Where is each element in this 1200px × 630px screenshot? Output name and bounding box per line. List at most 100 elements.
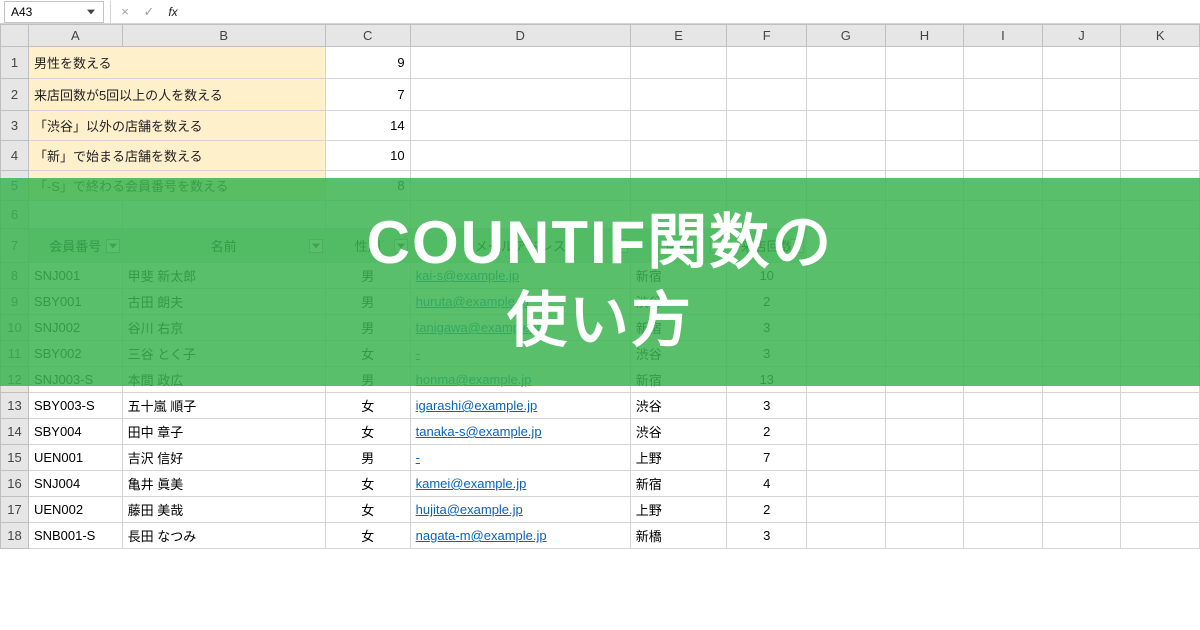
email-link[interactable]: kamei@example.jp bbox=[416, 476, 527, 491]
row-header[interactable]: 10 bbox=[1, 315, 29, 341]
cell[interactable] bbox=[1042, 419, 1121, 445]
cell[interactable]: 女 bbox=[325, 523, 410, 549]
cell[interactable] bbox=[806, 171, 885, 201]
cell[interactable]: 三谷 とく子 bbox=[122, 341, 325, 367]
cell[interactable]: 男 bbox=[325, 263, 410, 289]
cell[interactable] bbox=[1042, 47, 1121, 79]
cell[interactable]: 渋谷 bbox=[630, 289, 727, 315]
cell[interactable] bbox=[630, 47, 727, 79]
cell[interactable] bbox=[964, 341, 1042, 367]
cell[interactable] bbox=[806, 445, 885, 471]
table-header[interactable]: 会員番号 bbox=[28, 229, 122, 263]
email-link[interactable]: huruta@example.jp bbox=[416, 294, 529, 309]
cell[interactable]: 男 bbox=[325, 445, 410, 471]
row-header[interactable]: 7 bbox=[1, 229, 29, 263]
cell[interactable] bbox=[964, 171, 1042, 201]
cell[interactable]: hujita@example.jp bbox=[410, 497, 630, 523]
cell[interactable] bbox=[806, 201, 885, 229]
prompt-label[interactable]: 来店回数が5回以上の人を数える bbox=[28, 79, 325, 111]
col-header[interactable]: C bbox=[325, 25, 410, 47]
cell[interactable] bbox=[1121, 315, 1200, 341]
email-link[interactable]: igarashi@example.jp bbox=[416, 398, 538, 413]
cell[interactable] bbox=[325, 201, 410, 229]
email-link[interactable]: tanigawa@example.jp bbox=[416, 320, 544, 335]
cell[interactable]: igarashi@example.jp bbox=[410, 393, 630, 419]
cell[interactable]: tanaka-s@example.jp bbox=[410, 419, 630, 445]
row-header[interactable]: 3 bbox=[1, 111, 29, 141]
cell[interactable] bbox=[1121, 341, 1200, 367]
cell[interactable]: kamei@example.jp bbox=[410, 471, 630, 497]
cell[interactable] bbox=[1042, 445, 1121, 471]
cell[interactable] bbox=[806, 79, 885, 111]
col-header[interactable]: H bbox=[885, 25, 964, 47]
row-header[interactable]: 5 bbox=[1, 171, 29, 201]
cell[interactable] bbox=[727, 47, 807, 79]
filter-dropdown-icon[interactable] bbox=[790, 239, 804, 253]
cell[interactable]: tanigawa@example.jp bbox=[410, 315, 630, 341]
cell[interactable] bbox=[1121, 47, 1200, 79]
cell[interactable] bbox=[727, 141, 807, 171]
email-link[interactable]: tanaka-s@example.jp bbox=[416, 424, 542, 439]
cell[interactable] bbox=[964, 289, 1042, 315]
cell[interactable]: 新宿 bbox=[630, 263, 727, 289]
spreadsheet-grid[interactable]: A B C D E F G H I J K 1男性を数える92来店回数が5回以上… bbox=[0, 24, 1200, 549]
cell[interactable] bbox=[964, 263, 1042, 289]
cell[interactable]: 新宿 bbox=[630, 471, 727, 497]
cell[interactable] bbox=[1121, 471, 1200, 497]
cell[interactable]: 亀井 眞美 bbox=[122, 471, 325, 497]
cell[interactable] bbox=[964, 47, 1042, 79]
cell[interactable]: 渋谷 bbox=[630, 393, 727, 419]
col-header[interactable]: G bbox=[806, 25, 885, 47]
cell[interactable]: 7 bbox=[727, 445, 807, 471]
table-header[interactable]: 来店回数 bbox=[727, 229, 807, 263]
cell[interactable]: SBY002 bbox=[28, 341, 122, 367]
cell[interactable] bbox=[885, 111, 964, 141]
row-header[interactable]: 1 bbox=[1, 47, 29, 79]
cell[interactable] bbox=[1121, 523, 1200, 549]
row-header[interactable]: 11 bbox=[1, 341, 29, 367]
cell[interactable] bbox=[1042, 289, 1121, 315]
row-header[interactable]: 14 bbox=[1, 419, 29, 445]
cell[interactable]: 甲斐 新太郎 bbox=[122, 263, 325, 289]
cell[interactable]: 女 bbox=[325, 497, 410, 523]
cell[interactable]: 新橋 bbox=[630, 523, 727, 549]
col-header[interactable]: I bbox=[964, 25, 1042, 47]
col-header[interactable]: E bbox=[630, 25, 727, 47]
cell[interactable] bbox=[885, 393, 964, 419]
col-header[interactable]: J bbox=[1042, 25, 1121, 47]
cell[interactable] bbox=[630, 141, 727, 171]
cell[interactable] bbox=[410, 201, 630, 229]
cell[interactable] bbox=[1042, 341, 1121, 367]
cell[interactable] bbox=[964, 79, 1042, 111]
cell[interactable]: 本間 政広 bbox=[122, 367, 325, 393]
row-header[interactable]: 4 bbox=[1, 141, 29, 171]
cell[interactable] bbox=[806, 523, 885, 549]
email-link[interactable]: nagata-m@example.jp bbox=[416, 528, 547, 543]
cell[interactable] bbox=[1042, 315, 1121, 341]
cell[interactable] bbox=[964, 393, 1042, 419]
cell[interactable] bbox=[1042, 171, 1121, 201]
cell[interactable]: 13 bbox=[727, 367, 807, 393]
prompt-label[interactable]: 「-S」で終わる会員番号を数える bbox=[28, 171, 325, 201]
cell[interactable] bbox=[885, 523, 964, 549]
cell[interactable] bbox=[1042, 79, 1121, 111]
cell[interactable] bbox=[1042, 229, 1121, 263]
cell[interactable] bbox=[806, 289, 885, 315]
cell[interactable] bbox=[885, 289, 964, 315]
cell[interactable]: SNJ002 bbox=[28, 315, 122, 341]
cell[interactable]: 2 bbox=[727, 497, 807, 523]
row-header[interactable]: 13 bbox=[1, 393, 29, 419]
cell[interactable] bbox=[885, 497, 964, 523]
col-header[interactable]: F bbox=[727, 25, 807, 47]
cell[interactable] bbox=[885, 201, 964, 229]
cell[interactable] bbox=[1121, 171, 1200, 201]
cell[interactable] bbox=[1042, 523, 1121, 549]
cell[interactable] bbox=[885, 263, 964, 289]
cell[interactable]: - bbox=[410, 445, 630, 471]
cell[interactable] bbox=[806, 111, 885, 141]
cell[interactable] bbox=[964, 367, 1042, 393]
cell[interactable] bbox=[885, 419, 964, 445]
cell[interactable]: 吉沢 信好 bbox=[122, 445, 325, 471]
cell[interactable] bbox=[964, 111, 1042, 141]
prompt-result[interactable]: 9 bbox=[325, 47, 410, 79]
